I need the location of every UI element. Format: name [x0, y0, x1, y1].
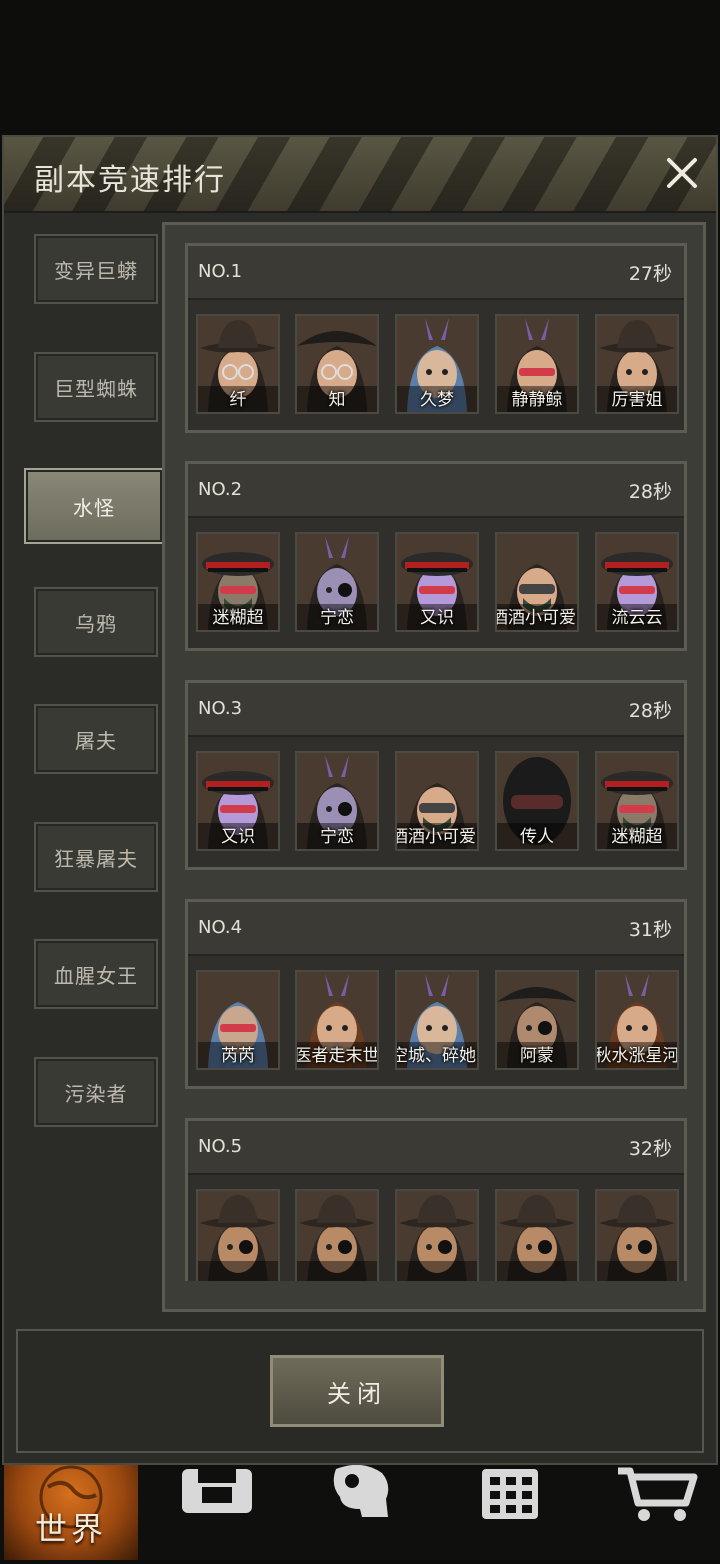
team-member[interactable] [295, 1189, 379, 1281]
team-member[interactable]: 静静鲸 [495, 314, 579, 414]
ranking-dialog: 副本竞速排行 变异巨蟒 巨型蜘蛛 水怪 乌鸦 屠夫 狂暴屠夫 血腥女王 污染者 … [2, 135, 718, 1465]
team-member[interactable] [196, 1189, 280, 1281]
footer-bar: 关闭 [16, 1329, 704, 1453]
close-icon[interactable] [660, 151, 704, 195]
member-name: 纤 [229, 390, 247, 410]
team-member[interactable] [395, 1189, 479, 1281]
member-name: 酒酒小可爱暖 [495, 608, 577, 628]
tab-water-monster[interactable]: 水怪 [24, 468, 164, 544]
rank-card: NO.5 32秒 [185, 1118, 687, 1281]
team-member[interactable]: 厉害姐 [595, 314, 679, 414]
tab-polluter[interactable]: 污染者 [34, 1057, 158, 1127]
tab-crow[interactable]: 乌鸦 [34, 587, 158, 657]
member-name: 秋水涨星河 [595, 1046, 679, 1066]
rank-card: NO.3 28秒 又识 宁恋 酒酒小可爱暖 传人 [185, 680, 687, 870]
member-name: 厉害姐 [611, 390, 663, 410]
nav-world-label: 世界 [34, 1510, 107, 1548]
member-name: 宁恋 [320, 608, 354, 628]
member-name: 空城、碎她心 [395, 1046, 477, 1066]
team-member[interactable]: 传人 [495, 751, 579, 851]
head-gear-icon [333, 1464, 389, 1517]
close-button[interactable]: 关闭 [270, 1355, 444, 1427]
building-icon [482, 1469, 538, 1519]
rank-card: NO.1 27秒 纤 知 久梦 静静鲸 厉害姐 [185, 243, 687, 433]
team-member[interactable]: 空城、碎她心 [395, 970, 479, 1070]
nav-backpack[interactable] [172, 1465, 262, 1560]
team-member[interactable]: 酒酒小可爱暖 [495, 532, 579, 632]
team-member[interactable]: 芮芮 [196, 970, 280, 1070]
nav-character[interactable] [322, 1464, 402, 1560]
member-name: 医者走末世 [295, 1046, 379, 1066]
member-name: 又识 [420, 608, 454, 628]
team-member[interactable]: 酒酒小可爱暖 [395, 751, 479, 851]
member-name: 阿蒙 [520, 1046, 554, 1066]
rank-time: 28秒 [628, 700, 672, 722]
tab-berserk-butcher[interactable]: 狂暴屠夫 [34, 822, 158, 892]
rank-card: NO.4 31秒 芮芮 医者走末世 空城、碎她心 阿蒙 [185, 899, 687, 1089]
team-member[interactable]: 宁恋 [295, 751, 379, 851]
member-name: 酒酒小可爱暖 [395, 827, 477, 847]
member-name: 迷糊超 [611, 827, 663, 847]
rank-header: NO.2 28秒 [188, 464, 684, 518]
rank-header: NO.1 27秒 [188, 246, 684, 300]
nav-world[interactable]: 世界 [4, 1465, 138, 1560]
team-member[interactable]: 久梦 [395, 314, 479, 414]
rank-time: 27秒 [628, 263, 672, 285]
team-member[interactable]: 流云云 [595, 532, 679, 632]
team-member[interactable]: 阿蒙 [495, 970, 579, 1070]
team-member[interactable]: 迷糊超 [595, 751, 679, 851]
team-member[interactable] [495, 1189, 579, 1281]
rank-time: 31秒 [628, 919, 672, 941]
team-member[interactable]: 又识 [196, 751, 280, 851]
rank-number: NO.3 [198, 698, 243, 719]
member-name: 知 [328, 390, 346, 410]
tab-butcher[interactable]: 屠夫 [34, 704, 158, 774]
team-member[interactable]: 迷糊超 [196, 532, 280, 632]
rank-card: NO.2 28秒 迷糊超 宁恋 又识 酒酒小可爱暖 [185, 461, 687, 651]
member-name: 流云云 [611, 608, 663, 628]
bottom-nav: 世界 [0, 1464, 720, 1560]
rank-header: NO.4 31秒 [188, 902, 684, 956]
team-member[interactable] [595, 1189, 679, 1281]
cart-icon [618, 1467, 698, 1521]
rank-time: 32秒 [628, 1138, 672, 1160]
rank-number: NO.4 [198, 917, 243, 938]
rank-header: NO.5 32秒 [188, 1121, 684, 1175]
rank-number: NO.5 [198, 1136, 243, 1157]
dialog-title: 副本竞速排行 [34, 163, 226, 198]
team-member[interactable]: 又识 [395, 532, 479, 632]
title-bar: 副本竞速排行 [4, 137, 716, 213]
nav-shop[interactable] [612, 1465, 702, 1560]
tab-giant-spider[interactable]: 巨型蜘蛛 [34, 352, 158, 422]
member-name: 久梦 [420, 390, 454, 410]
team-member[interactable]: 知 [295, 314, 379, 414]
member-name: 静静鲸 [511, 390, 563, 410]
tab-bloody-queen[interactable]: 血腥女王 [34, 939, 158, 1009]
team-member[interactable]: 宁恋 [295, 532, 379, 632]
member-name: 又识 [221, 827, 255, 847]
rank-number: NO.1 [198, 261, 243, 282]
rank-header: NO.3 28秒 [188, 683, 684, 737]
team-member[interactable]: 纤 [196, 314, 280, 414]
member-name: 传人 [520, 827, 554, 847]
member-name: 芮芮 [221, 1046, 255, 1066]
member-name: 迷糊超 [212, 608, 264, 628]
tab-mutant-python[interactable]: 变异巨蟒 [34, 234, 158, 304]
team-member[interactable]: 医者走末世 [295, 970, 379, 1070]
member-name: 宁恋 [320, 827, 354, 847]
nav-building[interactable] [476, 1465, 546, 1560]
rank-time: 28秒 [628, 481, 672, 503]
ranking-list[interactable]: NO.1 27秒 纤 知 久梦 静静鲸 厉害姐 NO.2 28秒 迷糊超 宁恋 … [175, 235, 693, 1281]
rank-number: NO.2 [198, 479, 243, 500]
team-member[interactable]: 秋水涨星河 [595, 970, 679, 1070]
backpack-icon [182, 1469, 252, 1513]
ranking-list-frame: NO.1 27秒 纤 知 久梦 静静鲸 厉害姐 NO.2 28秒 迷糊超 宁恋 … [162, 222, 706, 1312]
